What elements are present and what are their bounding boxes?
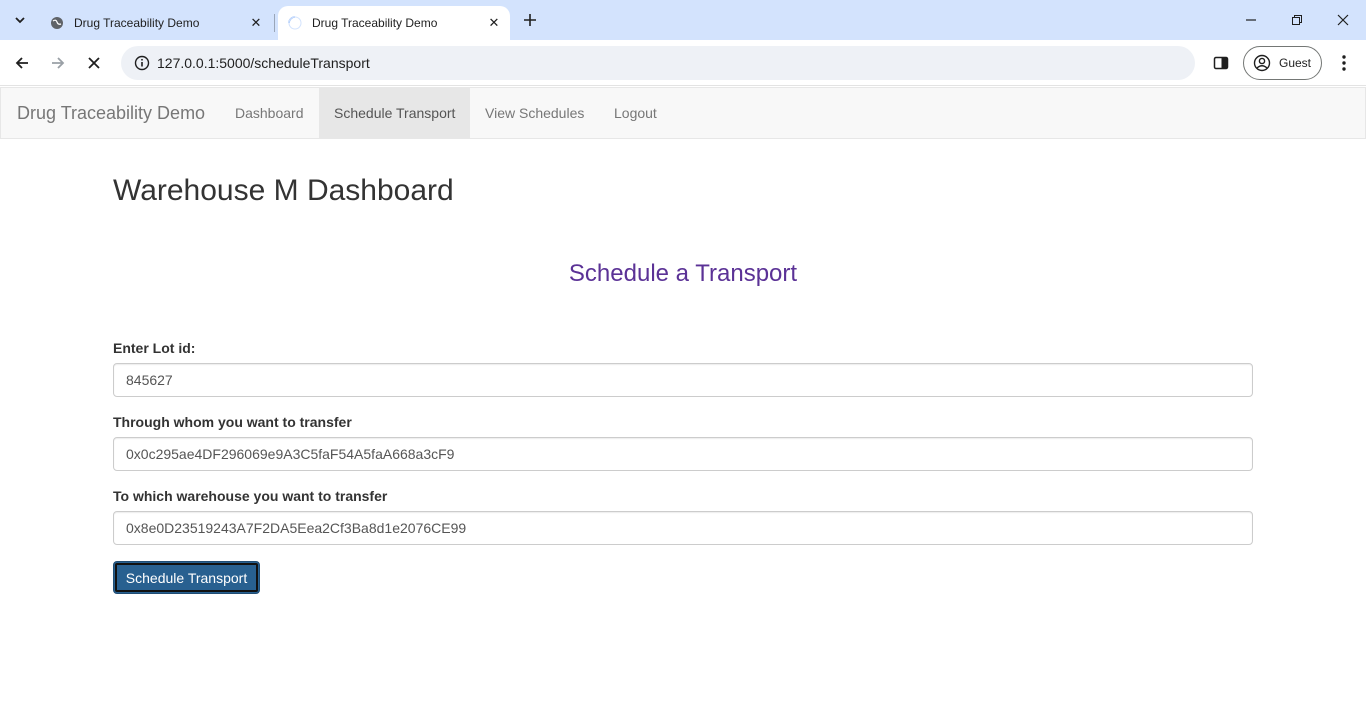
loading-spinner-icon: [288, 16, 302, 30]
destination-warehouse-label: To which warehouse you want to transfer: [113, 488, 388, 504]
lot-id-label: Enter Lot id:: [113, 340, 196, 356]
nav-item-dashboard[interactable]: Dashboard: [220, 88, 319, 138]
tab-separator: [274, 14, 275, 32]
profile-button[interactable]: Guest: [1243, 46, 1322, 80]
page-title: Warehouse M Dashboard: [113, 174, 454, 207]
browser-menu-button[interactable]: [1332, 49, 1356, 77]
restore-button[interactable]: [1274, 0, 1320, 40]
section-title: Schedule a Transport: [568, 260, 798, 287]
transporter-address-input[interactable]: [113, 437, 1253, 471]
plus-icon: [524, 14, 536, 26]
browser-tab-strip: Drug Traceability Demo ✕ Drug Traceabili…: [0, 0, 1366, 40]
nav-item-schedule-transport[interactable]: Schedule Transport: [319, 88, 471, 138]
close-icon: [88, 57, 100, 69]
new-tab-button[interactable]: [518, 8, 542, 32]
site-navbar: Drug Traceability Demo Dashboard Schedul…: [0, 87, 1366, 139]
stop-loading-button[interactable]: [79, 48, 109, 78]
address-bar[interactable]: 127.0.0.1:5000/scheduleTransport: [121, 46, 1195, 80]
side-panel-icon: [1213, 56, 1229, 70]
lot-id-input[interactable]: [113, 363, 1253, 397]
close-icon: [1337, 14, 1349, 26]
browser-toolbar: 127.0.0.1:5000/scheduleTransport Guest: [0, 40, 1366, 86]
more-vert-icon: [1342, 55, 1346, 71]
minimize-button[interactable]: [1228, 0, 1274, 40]
profile-label: Guest: [1279, 56, 1312, 70]
browser-tab-1[interactable]: Drug Traceability Demo ✕: [40, 6, 272, 40]
user-icon: [1253, 54, 1271, 72]
window-close-button[interactable]: [1320, 0, 1366, 40]
nav-item-view-schedules[interactable]: View Schedules: [470, 88, 599, 138]
url-text: 127.0.0.1:5000/scheduleTransport: [157, 55, 370, 71]
site-info-icon[interactable]: [127, 55, 157, 71]
browser-tab-2[interactable]: Drug Traceability Demo ✕: [278, 6, 510, 40]
tab-title: Drug Traceability Demo: [312, 16, 438, 30]
minimize-icon: [1246, 19, 1256, 21]
arrow-right-icon: [52, 57, 65, 69]
arrow-left-icon: [15, 57, 28, 69]
side-panel-button[interactable]: [1207, 49, 1235, 77]
through-whom-label: Through whom you want to transfer: [113, 414, 352, 430]
nav-item-logout[interactable]: Logout: [599, 88, 672, 138]
navbar-brand[interactable]: Drug Traceability Demo: [17, 88, 205, 138]
close-icon[interactable]: ✕: [244, 11, 268, 35]
warehouse-address-input[interactable]: [113, 511, 1253, 545]
tab-title: Drug Traceability Demo: [74, 16, 200, 30]
schedule-transport-button[interactable]: Schedule Transport: [113, 561, 260, 594]
restore-icon: [1292, 15, 1302, 25]
tab-search-button[interactable]: [6, 7, 34, 33]
globe-icon: [50, 16, 64, 30]
forward-button[interactable]: [43, 48, 73, 78]
chevron-down-icon: [15, 17, 25, 24]
close-icon[interactable]: ✕: [482, 11, 506, 35]
back-button[interactable]: [7, 48, 37, 78]
